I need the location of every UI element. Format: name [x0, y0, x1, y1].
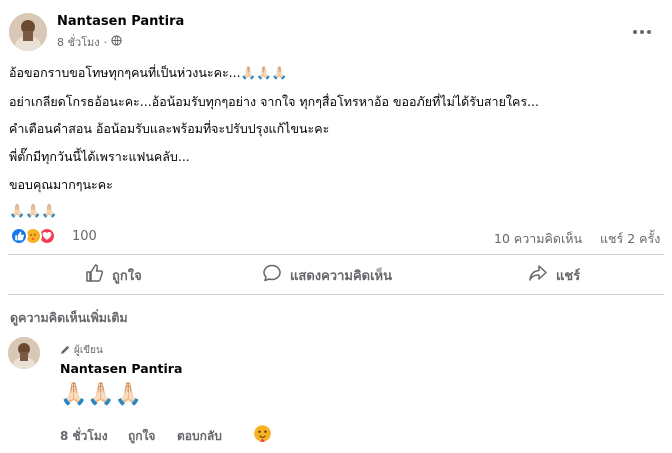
post-emoji-line: 🙏🏻🙏🏻🙏🏻 [9, 204, 58, 219]
post-line-1: อ้อขอกราบขอโทษทุกๆคนที่เป็นห่วงนะคะ...🙏🏻… [9, 65, 288, 80]
comment-time[interactable]: 8 ชั่วโมง [60, 427, 108, 446]
author-badge-label: ผู้เขียน [74, 345, 103, 356]
comment-bubble-icon [262, 263, 282, 287]
post-line-5: ขอบคุณมากๆนะคะ [9, 177, 113, 192]
share-button[interactable]: แชร์ [528, 263, 580, 287]
post-line-3: คำเตือนคำสอน อ้อน้อมรับและพร้อมที่จะปรับ… [9, 121, 330, 136]
commenter-avatar[interactable] [8, 337, 40, 369]
comment-button[interactable]: แสดงความคิดเห็น [262, 263, 392, 287]
more-options-icon[interactable] [632, 20, 652, 34]
reaction-icons[interactable] [10, 227, 56, 245]
like-label: ถูกใจ [112, 268, 142, 284]
commenter-name[interactable]: Nantasen Pantira [60, 361, 182, 376]
pencil-icon [60, 344, 71, 358]
like-button[interactable]: ถูกใจ [84, 263, 142, 287]
reaction-count[interactable]: 100 [72, 229, 97, 244]
author-avatar[interactable] [9, 13, 47, 51]
post-line-2: อย่าเกลียดโกรธอ้อนะคะ...อ้อน้อมรับทุกๆอย… [9, 94, 539, 109]
care-reaction-icon[interactable] [253, 424, 272, 447]
view-more-comments-link[interactable]: ดูความคิดเห็นเพิ่มเติม [10, 308, 128, 328]
comment-like-button[interactable]: ถูกใจ [128, 427, 155, 446]
post-line-4: พี่ตั๊กมีทุกวันนี้ได้เพราะแฟนคลับ... [9, 149, 190, 164]
post-meta: 8 ชั่วโมง · [57, 33, 122, 51]
share-label: แชร์ [556, 268, 581, 284]
meta-dot: · [103, 35, 108, 49]
author-name[interactable]: Nantasen Pantira [57, 14, 184, 29]
thumbs-up-icon [84, 263, 104, 287]
divider [8, 254, 664, 255]
divider [8, 294, 664, 295]
comment-label: แสดงความคิดเห็น [290, 268, 393, 284]
post-time[interactable]: 8 ชั่วโมง [57, 33, 100, 51]
share-count[interactable]: แชร์ 2 ครั้ง [600, 229, 660, 249]
like-reaction-icon [10, 227, 28, 245]
share-arrow-icon [528, 263, 548, 287]
comment-reply-button[interactable]: ตอบกลับ [177, 427, 222, 446]
author-badge: ผู้เขียน [60, 343, 103, 358]
comment-count[interactable]: 10 ความคิดเห็น [494, 229, 582, 249]
comment-content: 🙏🏻🙏🏻🙏🏻 [60, 382, 143, 407]
globe-icon [111, 35, 122, 49]
